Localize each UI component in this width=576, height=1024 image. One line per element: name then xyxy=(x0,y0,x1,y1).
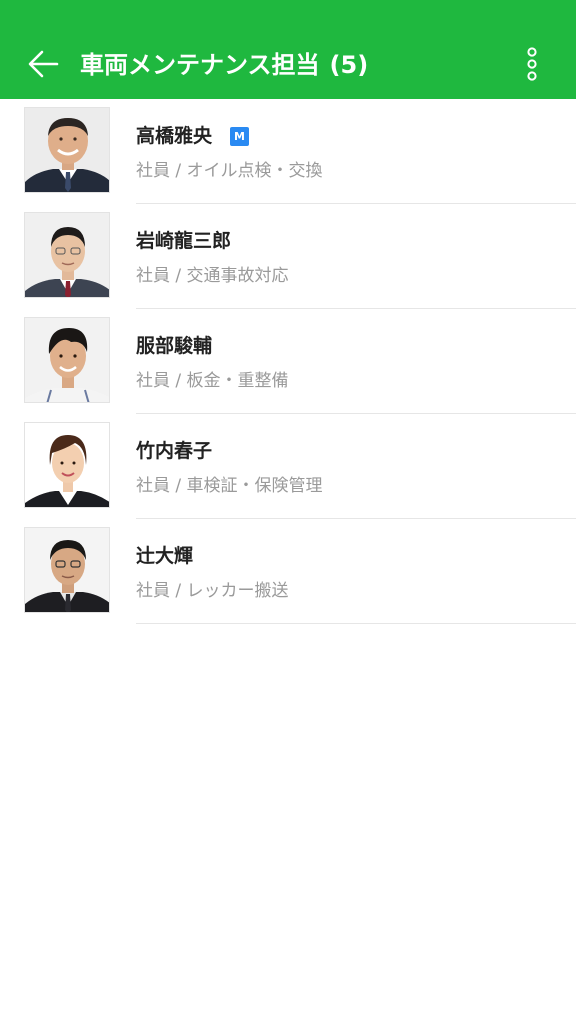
member-row[interactable]: 辻大輝 社員 / レッカー搬送 xyxy=(0,519,576,624)
member-name: 岩崎龍三郎 xyxy=(136,230,232,252)
avatar xyxy=(24,212,110,298)
member-name: 竹内春子 xyxy=(136,440,213,462)
member-role: 社員 / 交通事故対応 xyxy=(136,266,289,286)
member-list: 高橋雅央 M 社員 / オイル点検・交換 岩崎龍三郎 社員 / 交通事故対応 服… xyxy=(0,99,576,624)
avatar xyxy=(24,317,110,403)
member-row[interactable]: 服部駿輔 社員 / 板金・重整備 xyxy=(0,309,576,414)
member-name: 服部駿輔 xyxy=(136,335,213,357)
member-role: 社員 / 車検証・保険管理 xyxy=(136,476,323,496)
back-button[interactable] xyxy=(24,44,64,84)
member-row[interactable]: 高橋雅央 M 社員 / オイル点検・交換 xyxy=(0,99,576,204)
member-name: 辻大輝 xyxy=(136,545,194,567)
avatar xyxy=(24,107,110,193)
more-vertical-icon xyxy=(527,47,537,81)
avatar xyxy=(24,527,110,613)
member-row[interactable]: 岩崎龍三郎 社員 / 交通事故対応 xyxy=(0,204,576,309)
member-role: 社員 / レッカー搬送 xyxy=(136,581,289,601)
member-role: 社員 / オイル点検・交換 xyxy=(136,161,323,181)
member-count: (5) xyxy=(329,51,369,79)
more-menu-button[interactable] xyxy=(518,46,546,84)
avatar xyxy=(24,422,110,508)
group-members-screen: 車両メンテナンス担当 (5) 高橋雅央 M 社員 / オイル点検・交換 岩崎龍三… xyxy=(0,0,576,1024)
member-role: 社員 / 板金・重整備 xyxy=(136,371,289,391)
app-header: 車両メンテナンス担当 (5) xyxy=(0,0,576,99)
member-row[interactable]: 竹内春子 社員 / 車検証・保険管理 xyxy=(0,414,576,519)
arrow-left-icon xyxy=(28,50,59,78)
manager-badge: M xyxy=(230,127,250,146)
member-name: 高橋雅央 M xyxy=(136,121,250,148)
group-name: 車両メンテナンス担当 xyxy=(80,51,320,79)
page-title: 車両メンテナンス担当 (5) xyxy=(80,48,368,82)
